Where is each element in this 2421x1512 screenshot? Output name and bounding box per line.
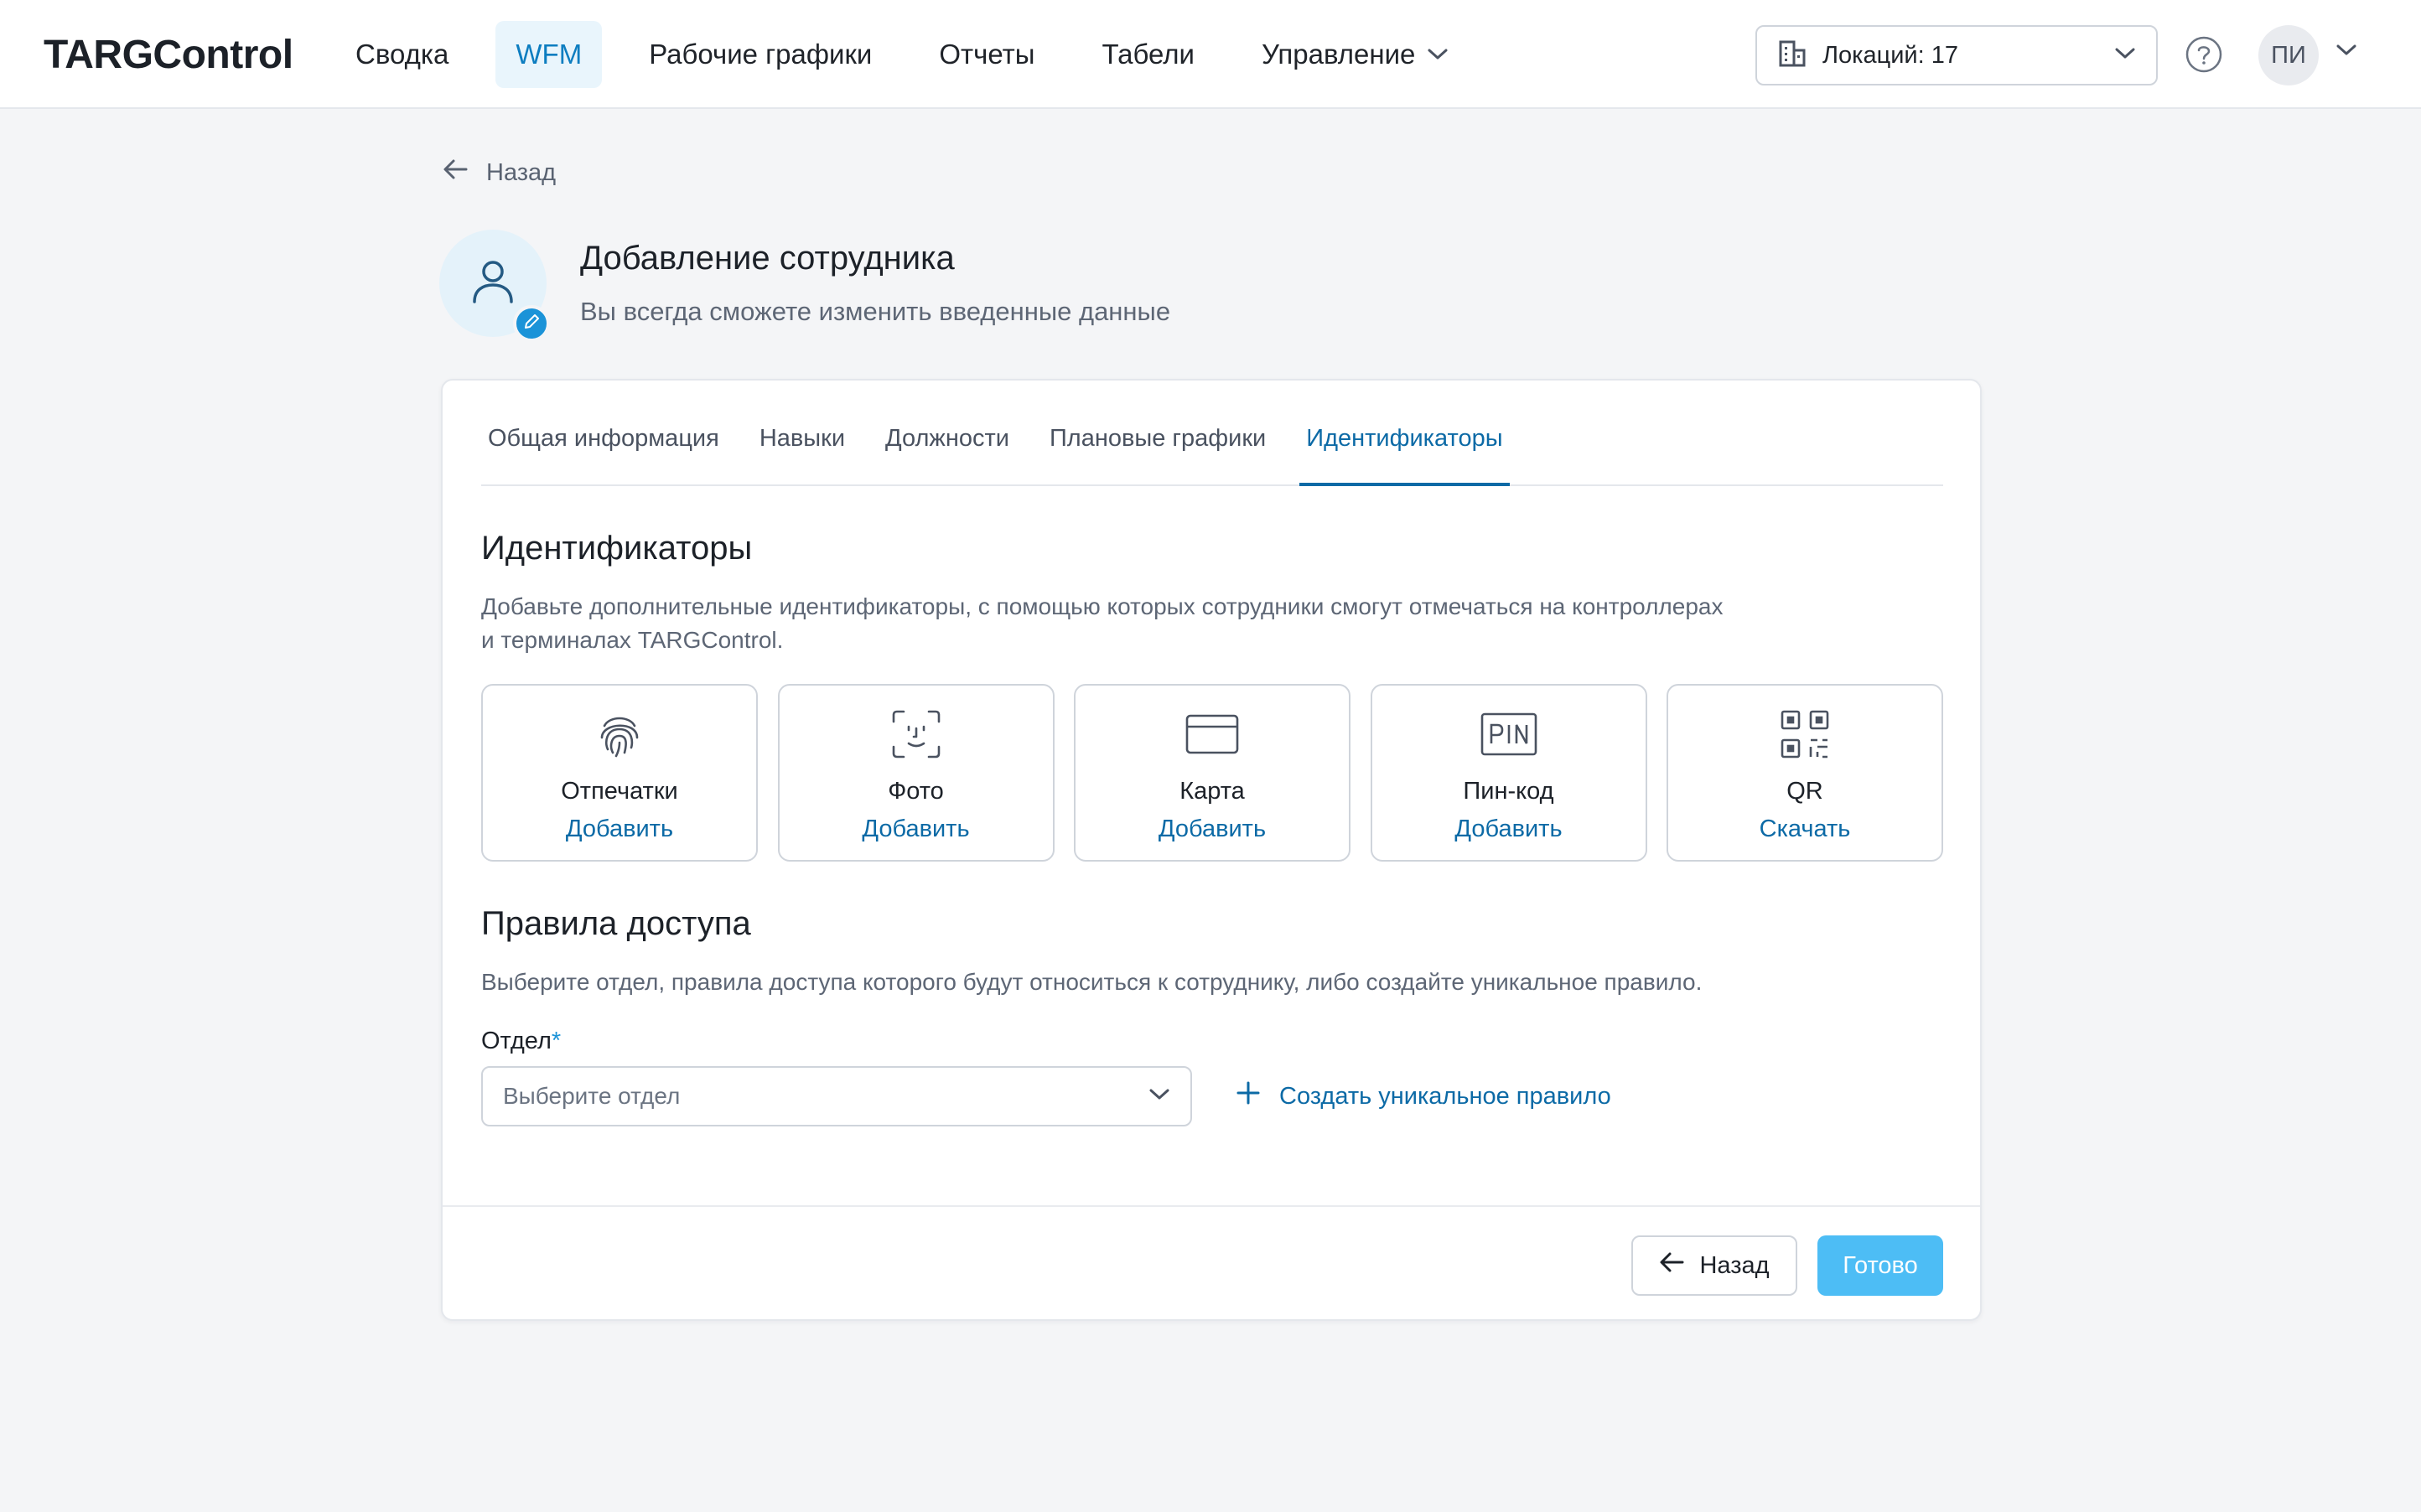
face-scan-icon	[890, 707, 942, 761]
required-mark: *	[551, 1028, 562, 1054]
building-icon	[1777, 39, 1807, 73]
arrow-left-icon	[443, 158, 486, 187]
department-select-placeholder: Выберите отдел	[503, 1083, 681, 1109]
identifier-name: Пин-код	[1463, 778, 1554, 805]
qr-code-icon	[1779, 707, 1831, 761]
department-field-label: Отдел*	[481, 1028, 561, 1055]
add-photo-link[interactable]: Добавить	[862, 816, 969, 843]
department-label-text: Отдел	[481, 1028, 552, 1054]
identifier-card-fingerprints[interactable]: Отпечатки Добавить	[481, 684, 758, 862]
pin-icon	[1480, 707, 1538, 761]
chevron-down-icon	[1427, 48, 1449, 61]
download-qr-link[interactable]: Скачать	[1760, 816, 1851, 843]
top-navbar: TARGControl Сводка WFM Рабочие графики О…	[0, 0, 2421, 109]
chevron-down-icon[interactable]	[2335, 44, 2357, 61]
back-button[interactable]: Назад	[1631, 1235, 1797, 1296]
create-unique-rule-label: Создать уникальное правило	[1279, 1082, 1611, 1110]
nav-item-management[interactable]: Управление	[1242, 21, 1469, 88]
page-subtitle: Вы всегда сможете изменить введенные дан…	[580, 297, 1171, 326]
tab-general-info[interactable]: Общая информация	[481, 425, 726, 484]
chevron-down-icon	[1148, 1088, 1170, 1106]
back-link[interactable]: Назад	[443, 158, 556, 188]
back-button-label: Назад	[1699, 1251, 1770, 1279]
locations-select-value: Локаций: 17	[1822, 41, 1958, 69]
access-rules-section-title: Правила доступа	[481, 905, 751, 942]
main-nav: Сводка WFM Рабочие графики Отчеты Табели…	[335, 0, 1496, 109]
done-button[interactable]: Готово	[1817, 1235, 1943, 1296]
tab-planned-schedules[interactable]: Плановые графики	[1043, 425, 1273, 484]
form-tabs: Общая информация Навыки Должности Планов…	[481, 381, 1943, 486]
edit-avatar-button[interactable]	[513, 305, 550, 342]
app-logo[interactable]: TARGControl	[44, 32, 293, 78]
employee-form-card: Общая информация Навыки Должности Планов…	[441, 379, 1982, 1321]
page-title: Добавление сотрудника	[580, 240, 955, 277]
plus-icon	[1236, 1080, 1279, 1112]
pencil-icon	[522, 313, 541, 335]
identifier-name: Отпечатки	[561, 778, 678, 805]
nav-item-timesheets[interactable]: Табели	[1081, 21, 1215, 88]
identifiers-description-line1: Добавьте дополнительные идентификаторы, …	[481, 593, 1724, 619]
nav-item-reports[interactable]: Отчеты	[919, 21, 1055, 88]
access-rules-description: Выберите отдел, правила доступа которого…	[481, 969, 1703, 995]
arrow-left-icon	[1659, 1251, 1699, 1280]
identifier-name: Карта	[1179, 778, 1245, 805]
add-fingerprints-link[interactable]: Добавить	[566, 816, 673, 843]
nav-item-management-label: Управление	[1261, 39, 1416, 70]
fingerprint-icon	[594, 707, 645, 761]
tab-skills[interactable]: Навыки	[753, 425, 852, 484]
create-unique-rule-button[interactable]: Создать уникальное правило	[1236, 1080, 1611, 1113]
identifier-card-qr[interactable]: QR Скачать	[1667, 684, 1943, 862]
identifier-name: QR	[1786, 778, 1823, 805]
chevron-down-icon	[2114, 47, 2136, 65]
nav-item-summary[interactable]: Сводка	[335, 21, 469, 88]
identifier-card-pin[interactable]: Пин-код Добавить	[1370, 684, 1647, 862]
tab-identifiers[interactable]: Идентификаторы	[1299, 425, 1510, 486]
department-select[interactable]: Выберите отдел	[481, 1066, 1192, 1126]
identifier-cards: Отпечатки Добавить Фото Добавить Карта Д…	[481, 684, 1943, 862]
add-card-link[interactable]: Добавить	[1159, 816, 1266, 843]
locations-select[interactable]: Локаций: 17	[1755, 25, 2158, 85]
back-link-label: Назад	[486, 158, 557, 186]
card-icon	[1185, 707, 1240, 761]
nav-item-wfm[interactable]: WFM	[495, 21, 603, 88]
footer-divider	[443, 1205, 1980, 1207]
identifier-card-photo[interactable]: Фото Добавить	[777, 684, 1055, 862]
nav-item-work-schedules[interactable]: Рабочие графики	[629, 21, 892, 88]
identifier-card-card[interactable]: Карта Добавить	[1074, 684, 1350, 862]
identifier-name: Фото	[888, 778, 944, 805]
add-pin-link[interactable]: Добавить	[1454, 816, 1562, 843]
user-avatar[interactable]: ПИ	[2258, 25, 2319, 85]
tab-positions[interactable]: Должности	[879, 425, 1016, 484]
identifiers-section-title: Идентификаторы	[481, 530, 753, 567]
user-icon	[469, 256, 516, 311]
identifiers-description-line2: и терминалах TARGControl.	[481, 627, 784, 653]
help-icon[interactable]	[2185, 35, 2223, 74]
